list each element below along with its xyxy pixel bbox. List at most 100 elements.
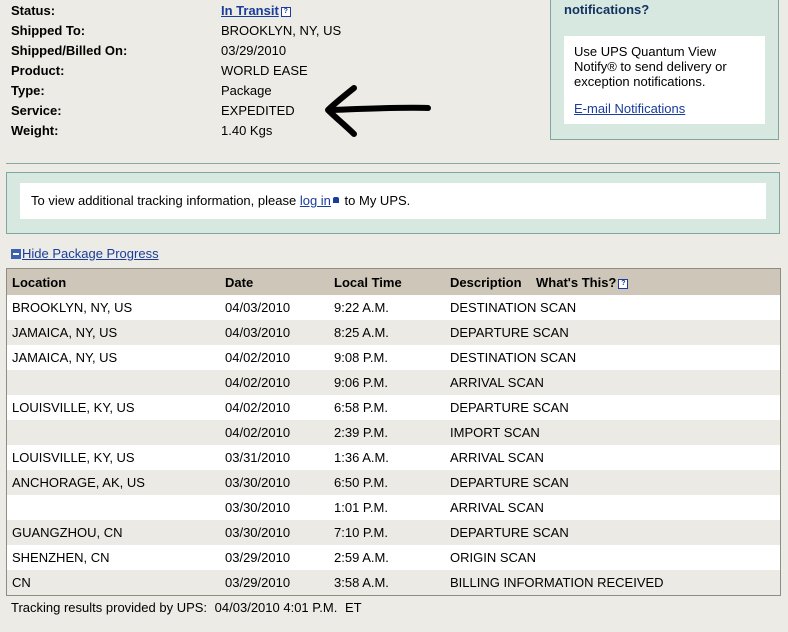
date-cell: 03/30/2010 <box>225 525 291 540</box>
time-cell: 8:25 A.M. <box>334 325 389 340</box>
table-row: 04/02/2010 9:06 P.M. ARRIVAL SCAN <box>7 370 780 395</box>
time-cell: 6:50 P.M. <box>334 475 388 490</box>
whats-this-link[interactable]: What's This?? <box>536 269 629 297</box>
detail-label: Status: <box>11 3 56 18</box>
package-progress-table: Location Date Local Time Description Wha… <box>6 268 781 596</box>
notification-text: Use UPS Quantum View Notify® to send del… <box>574 44 727 89</box>
description-cell: ARRIVAL SCAN <box>450 450 544 465</box>
date-cell: 04/03/2010 <box>225 325 291 340</box>
notification-panel: Need to send e-mail notifications? Use U… <box>550 0 779 140</box>
table-row: 04/02/2010 2:39 P.M. IMPORT SCAN <box>7 420 780 445</box>
time-cell: 6:58 P.M. <box>334 400 388 415</box>
detail-value: 03/29/2010 <box>221 43 287 58</box>
location-cell: JAMAICA, NY, US <box>12 350 118 365</box>
login-panel: To view additional tracking information,… <box>6 172 780 234</box>
date-cell: 03/30/2010 <box>225 475 291 490</box>
log-in-link[interactable]: log in <box>300 193 331 208</box>
detail-value: Package <box>221 83 272 98</box>
location-cell: SHENZHEN, CN <box>12 550 110 565</box>
detail-label: Service: <box>11 103 62 118</box>
footer-date: 04/03/2010 4:01 P.M. <box>214 600 338 615</box>
column-description: Description <box>450 275 522 290</box>
description-cell: ARRIVAL SCAN <box>450 375 544 390</box>
hide-progress-label: Hide Package Progress <box>22 246 159 261</box>
time-cell: 7:10 P.M. <box>334 525 388 540</box>
detail-label: Shipped/Billed On: <box>11 43 128 58</box>
table-row: BROOKLYN, NY, US 04/03/2010 9:22 A.M. DESTI… <box>7 295 780 320</box>
description-cell: DEPARTURE SCAN <box>450 525 569 540</box>
detail-label: Product: <box>11 63 65 78</box>
date-cell: 03/29/2010 <box>225 550 291 565</box>
detail-label: Weight: <box>11 123 59 138</box>
detail-value: 1.40 Kgs <box>221 123 273 138</box>
location-cell: GUANGZHOU, CN <box>12 525 123 540</box>
date-cell: 03/30/2010 <box>225 500 291 515</box>
help-icon: ? <box>618 278 629 289</box>
collapse-icon <box>11 248 21 259</box>
date-cell: 04/03/2010 <box>225 300 291 315</box>
notification-card: Use UPS Quantum View Notify® to send del… <box>564 36 765 124</box>
hide-package-progress-link[interactable]: Hide Package Progress <box>11 246 159 261</box>
description-cell: DEPARTURE SCAN <box>450 475 569 490</box>
table-body: BROOKLYN, NY, US 04/03/2010 9:22 A.M. DESTI… <box>7 295 780 595</box>
annotation-arrow <box>325 85 431 137</box>
time-cell: 9:08 P.M. <box>334 350 388 365</box>
table-row: ANCHORAGE, AK, US 03/30/2010 6:50 P.M. DEPA… <box>7 470 780 495</box>
description-cell: DESTINATION SCAN <box>450 300 577 315</box>
detail-label: Type: <box>11 83 45 98</box>
time-cell: 1:36 A.M. <box>334 450 389 465</box>
detail-value: WORLD EASE <box>221 63 308 78</box>
date-cell: 04/02/2010 <box>225 375 291 390</box>
column-location: Location <box>12 275 67 290</box>
location-cell: ANCHORAGE, AK, US <box>12 475 145 490</box>
table-row: SHENZHEN, CN 03/29/2010 2:59 A.M. ORIGIN SC… <box>7 545 780 570</box>
login-text-after: to My UPS. <box>344 193 411 208</box>
detail-label: Shipped To: <box>11 23 86 38</box>
divider <box>6 163 780 164</box>
description-cell: DESTINATION SCAN <box>450 350 577 365</box>
status-link[interactable]: In Transit <box>221 3 279 18</box>
time-cell: 2:59 A.M. <box>334 550 389 565</box>
table-row: 03/30/2010 1:01 P.M. ARRIVAL SCAN <box>7 495 780 520</box>
table-row: GUANGZHOU, CN 03/30/2010 7:10 P.M. DEPARTUR… <box>7 520 780 545</box>
description-cell: DEPARTURE SCAN <box>450 325 569 340</box>
time-cell: 9:22 A.M. <box>334 300 389 315</box>
column-local-time: Local Time <box>334 275 402 290</box>
time-cell: 3:58 A.M. <box>334 575 389 590</box>
footer-label: Tracking results provided by UPS: <box>11 600 208 615</box>
date-cell: 04/02/2010 <box>225 350 291 365</box>
location-cell: BROOKLYN, NY, US <box>12 300 133 315</box>
description-cell: IMPORT SCAN <box>450 425 540 440</box>
detail-value: BROOKLYN, NY, US <box>221 23 342 38</box>
tracking-footer: Tracking results provided by UPS: 04/03/… <box>11 600 362 615</box>
table-row: LOUISVILLE, KY, US 04/02/2010 6:58 P.M. DEP… <box>7 395 780 420</box>
date-cell: 03/29/2010 <box>225 575 291 590</box>
detail-value: EXPEDITED <box>221 103 295 118</box>
date-cell: 04/02/2010 <box>225 425 291 440</box>
notification-title: Need to send e-mail notifications? <box>564 0 687 17</box>
lock-icon <box>332 196 339 203</box>
whats-this-label: What's This? <box>536 275 617 290</box>
table-row: LOUISVILLE, KY, US 03/31/2010 1:36 A.M. ARR… <box>7 445 780 470</box>
login-text-before: To view additional tracking information,… <box>31 193 297 208</box>
description-cell: ARRIVAL SCAN <box>450 500 544 515</box>
login-card: To view additional tracking information,… <box>20 183 766 219</box>
table-header: Location Date Local Time Description Wha… <box>7 269 780 295</box>
table-row: CN 03/29/2010 3:58 A.M. BILLING INFORMATION… <box>7 570 780 595</box>
time-cell: 9:06 P.M. <box>334 375 388 390</box>
help-icon[interactable]: ? <box>280 6 291 17</box>
status-value: In Transit? <box>221 2 291 20</box>
date-cell: 03/31/2010 <box>225 450 291 465</box>
location-cell: LOUISVILLE, KY, US <box>12 450 135 465</box>
date-cell: 04/02/2010 <box>225 400 291 415</box>
location-cell: LOUISVILLE, KY, US <box>12 400 135 415</box>
description-cell: ORIGIN SCAN <box>450 550 536 565</box>
description-cell: BILLING INFORMATION RECEIVED <box>450 575 664 590</box>
time-cell: 1:01 P.M. <box>334 500 388 515</box>
column-date: Date <box>225 275 254 290</box>
email-notifications-link[interactable]: E-mail Notifications <box>574 101 685 116</box>
login-message: To view additional tracking information,… <box>31 183 410 219</box>
table-row: JAMAICA, NY, US 04/03/2010 8:25 A.M. DEPART… <box>7 320 780 345</box>
table-row: JAMAICA, NY, US 04/02/2010 9:08 P.M. DESTIN… <box>7 345 780 370</box>
footer-timezone: ET <box>344 600 362 615</box>
